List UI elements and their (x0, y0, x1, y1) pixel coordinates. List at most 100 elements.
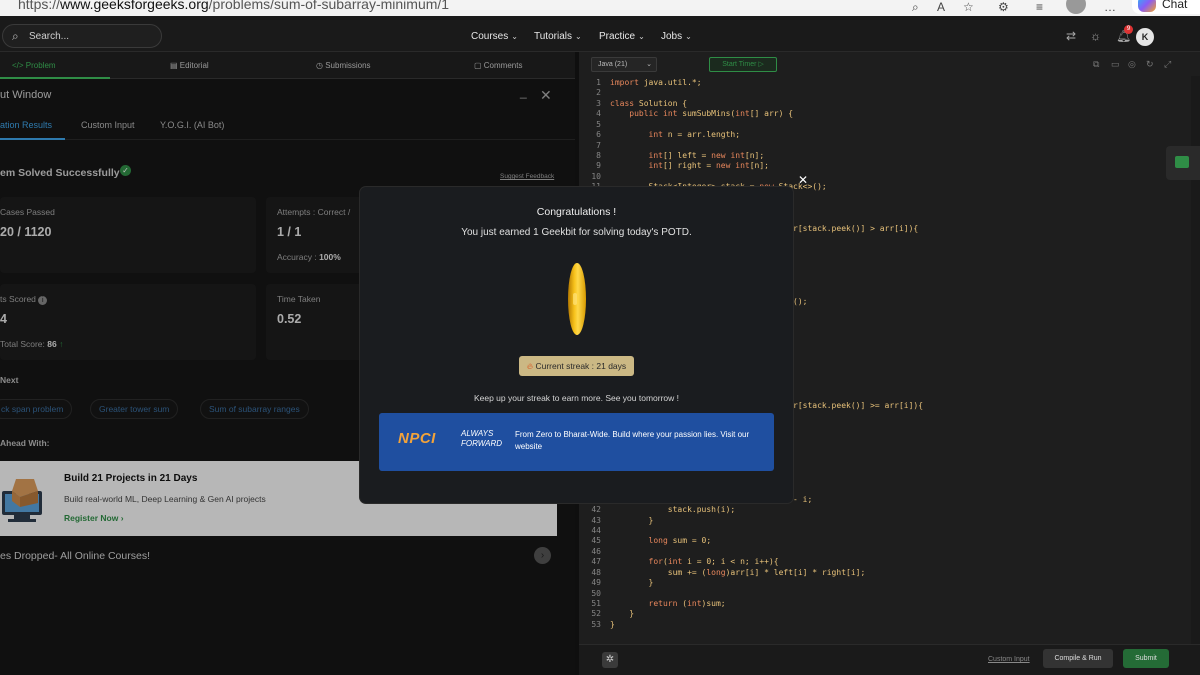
arrow-up-icon: ↑ (59, 339, 64, 349)
streak-badge: 🔥︎ Current streak : 21 days (519, 356, 634, 376)
code-text: } (610, 619, 615, 629)
test-cases-value: 20 / 1120 (0, 225, 52, 239)
language-select[interactable]: Java (21) ⌄ (591, 57, 657, 72)
next-problem-pill[interactable]: Greater tower sum (90, 399, 179, 419)
line-number: 45 (591, 536, 601, 546)
line-number: 42 (591, 505, 601, 515)
favorite-star-icon[interactable]: ☆ (963, 0, 974, 14)
code-text: for(int i = 0; i < n; i++){ (648, 557, 779, 567)
chevron-down-icon: ⌄ (638, 32, 645, 41)
read-aloud-icon[interactable]: A (937, 0, 945, 14)
line-number: 5 (596, 119, 601, 129)
info-icon: i (38, 296, 48, 305)
next-label: Next (0, 375, 19, 385)
chevron-down-icon: ⌄ (574, 32, 582, 41)
line-number: 46 (591, 546, 601, 556)
close-icon[interactable]: ✕ (540, 87, 552, 104)
line-number: 2 (596, 88, 601, 98)
nav-tutorials[interactable]: Tutorials ⌄ (534, 31, 582, 42)
laptop-box-icon (2, 479, 42, 522)
tab-problem[interactable]: </> Problem (12, 61, 56, 70)
next-problem-pill[interactable]: ck span problem (0, 399, 73, 419)
tab-editorial[interactable]: ▤ Editorial (170, 61, 209, 70)
code-text: int[] left = new int[n]; (648, 150, 765, 160)
attempts-card: Attempts : Correct / 1 / 1 Accuracy : 10… (266, 197, 366, 273)
npci-ad-banner[interactable]: NPCI ALWAYS FORWARD From Zero to Bharat-W… (379, 413, 774, 471)
start-timer-button[interactable]: Start Timer ▷ (709, 57, 777, 72)
time-label: Time Taken (277, 294, 321, 304)
code-text: int[] right = new int[n]; (648, 161, 769, 171)
suggest-feedback-link[interactable]: Suggest Feedback (500, 173, 554, 180)
tab-comments[interactable]: ▢ Comments (474, 61, 522, 70)
line-number: 51 (591, 599, 601, 608)
problem-tabs: </> Problem ▤ Editorial ◷ Submissions ▢ … (0, 52, 575, 79)
copy-icon[interactable]: ⧉ (1093, 59, 1099, 70)
ahead-label: Ahead With: (0, 438, 50, 448)
line-number: 1 (596, 78, 601, 87)
register-now-link[interactable]: Register Now › (64, 513, 124, 523)
attempts-label: Attempts : Correct / (277, 207, 351, 217)
nav-jobs[interactable]: Jobs ⌄ (661, 31, 692, 42)
modal-subtitle: You just earned 1 Geekbit for solving to… (461, 227, 692, 238)
code-text: } (610, 609, 635, 619)
tab-yogi-ai-bot[interactable]: Y.O.G.I. (AI Bot) (160, 120, 224, 130)
url-text[interactable]: https://www.geeksforgeeks.org/problems/s… (18, 0, 449, 12)
translate-icon[interactable]: ⇄ (1066, 29, 1076, 43)
copilot-icon (1138, 0, 1156, 12)
tab-submissions[interactable]: ◷ Submissions (316, 61, 371, 70)
active-tab-indicator (0, 138, 65, 140)
reset-icon[interactable]: ↻ (1146, 59, 1154, 70)
code-text: class Solution { (610, 98, 688, 108)
chevron-right-icon: › (120, 513, 124, 523)
gear-icon[interactable]: ✲ (602, 652, 618, 668)
solved-message: em Solved Successfully (0, 167, 120, 179)
test-cases-card: Cases Passed 20 / 1120 (0, 197, 256, 273)
chat-fab[interactable] (1166, 146, 1200, 180)
line-number: 3 (596, 98, 601, 108)
next-problem-pill[interactable]: Sum of subarray ranges (200, 399, 309, 419)
code-text: stack.push(i); (610, 505, 736, 515)
line-number: 53 (591, 619, 601, 629)
fire-icon: 🔥︎ (526, 361, 534, 371)
line-number: 47 (591, 557, 601, 567)
minimize-icon[interactable]: _ (520, 85, 527, 99)
code-icon[interactable]: ▭ (1111, 59, 1120, 70)
nav-courses[interactable]: Courses ⌄ (471, 31, 518, 42)
compile-run-button[interactable]: Compile & Run (1043, 649, 1113, 668)
accuracy-text: Accuracy : 100% (277, 252, 341, 262)
geekbit-coin-icon (568, 263, 586, 335)
copilot-chat-button[interactable]: Chat (1132, 0, 1200, 14)
keep-up-text: Keep up your streak to earn more. See yo… (473, 393, 680, 403)
more-menu-icon[interactable]: … (1104, 0, 1116, 14)
arrow-right-icon[interactable]: › (534, 547, 551, 564)
time-value: 0.52 (277, 312, 302, 326)
tab-custom-input[interactable]: Custom Input (81, 120, 135, 130)
submit-button[interactable]: Submit (1123, 649, 1169, 668)
modal-title: Congratulations ! (536, 206, 617, 218)
courses-dropped-banner[interactable]: es Dropped- All Online Courses! (0, 550, 150, 562)
extensions-icon[interactable]: ⚙ (998, 0, 1009, 14)
attempts-value: 1 / 1 (277, 225, 302, 239)
favorites-icon[interactable]: ≡ (1036, 0, 1043, 14)
chevron-down-icon: ⌄ (511, 32, 518, 41)
promo-description: Build real-world ML, Deep Learning & Gen… (64, 494, 266, 504)
custom-input-link[interactable]: Custom Input (988, 656, 1030, 663)
browser-address-bar: https://www.geeksforgeeks.org/problems/s… (0, 0, 1200, 16)
search-box[interactable]: ⌕ (2, 24, 162, 48)
profile-avatar[interactable] (1066, 0, 1086, 14)
fullscreen-icon[interactable]: ⤢ (1164, 59, 1171, 70)
settings-icon[interactable]: ◎ (1128, 59, 1136, 70)
tab-compilation-results[interactable]: ation Results (0, 120, 52, 130)
search-icon[interactable]: ⌕ (912, 0, 919, 15)
search-input[interactable] (29, 28, 149, 44)
user-avatar[interactable]: K (1136, 28, 1154, 46)
editor-footer: ✲ Custom Input Compile & Run Submit (579, 644, 1200, 675)
theme-toggle-icon[interactable]: ☼ (1090, 29, 1101, 43)
line-number: 6 (596, 130, 601, 140)
close-icon[interactable]: ✕ (798, 173, 808, 187)
code-text: int n = arr.length; (648, 130, 741, 140)
code-text: long sum = 0; (648, 536, 712, 546)
output-window-title: ut Window (0, 89, 52, 101)
nav-practice[interactable]: Practice ⌄ (599, 31, 645, 42)
line-number: 8 (596, 150, 601, 160)
